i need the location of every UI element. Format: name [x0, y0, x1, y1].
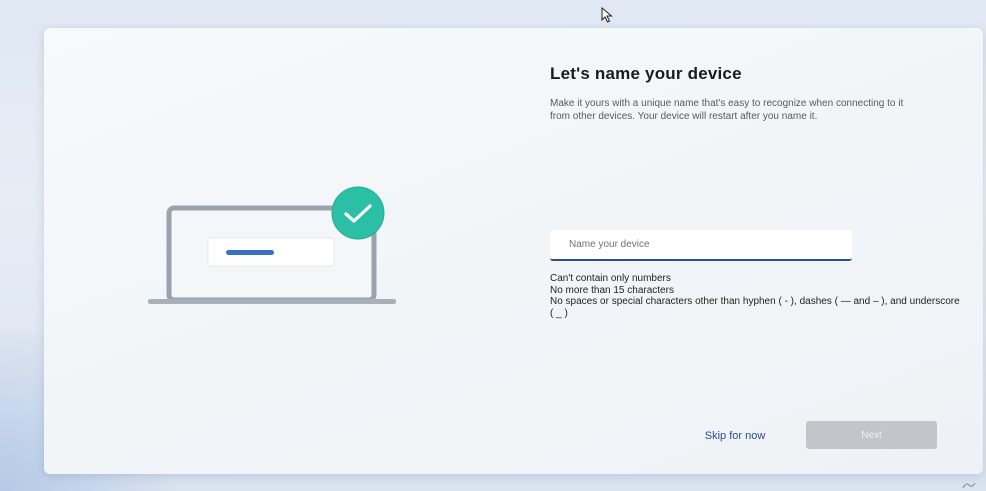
page-description: Make it yours with a unique name that's … [550, 98, 904, 122]
device-name-input[interactable] [550, 230, 852, 259]
next-button[interactable]: Next [806, 421, 937, 449]
progress-bar-graphic [226, 250, 274, 255]
checkmark-badge-icon [331, 186, 385, 240]
page-title: Let's name your device [550, 64, 742, 83]
mouse-pointer-icon [601, 7, 613, 23]
device-name-field[interactable] [550, 230, 852, 261]
oobe-setup-window: Let's name your device Make it yours wit… [44, 28, 983, 474]
rule-item: Can't contain only numbers [550, 273, 671, 284]
laptop-illustration [148, 186, 396, 304]
rule-item: No more than 15 characters [550, 284, 674, 296]
skip-for-now-button[interactable]: Skip for now [680, 426, 790, 446]
name-rules: Can't contain only numbers No more than … [550, 273, 960, 319]
setup-content: Let's name your device Make it yours wit… [550, 64, 950, 123]
system-tray-icon [962, 482, 976, 489]
rule-item: No spaces or special characters other th… [550, 296, 960, 319]
